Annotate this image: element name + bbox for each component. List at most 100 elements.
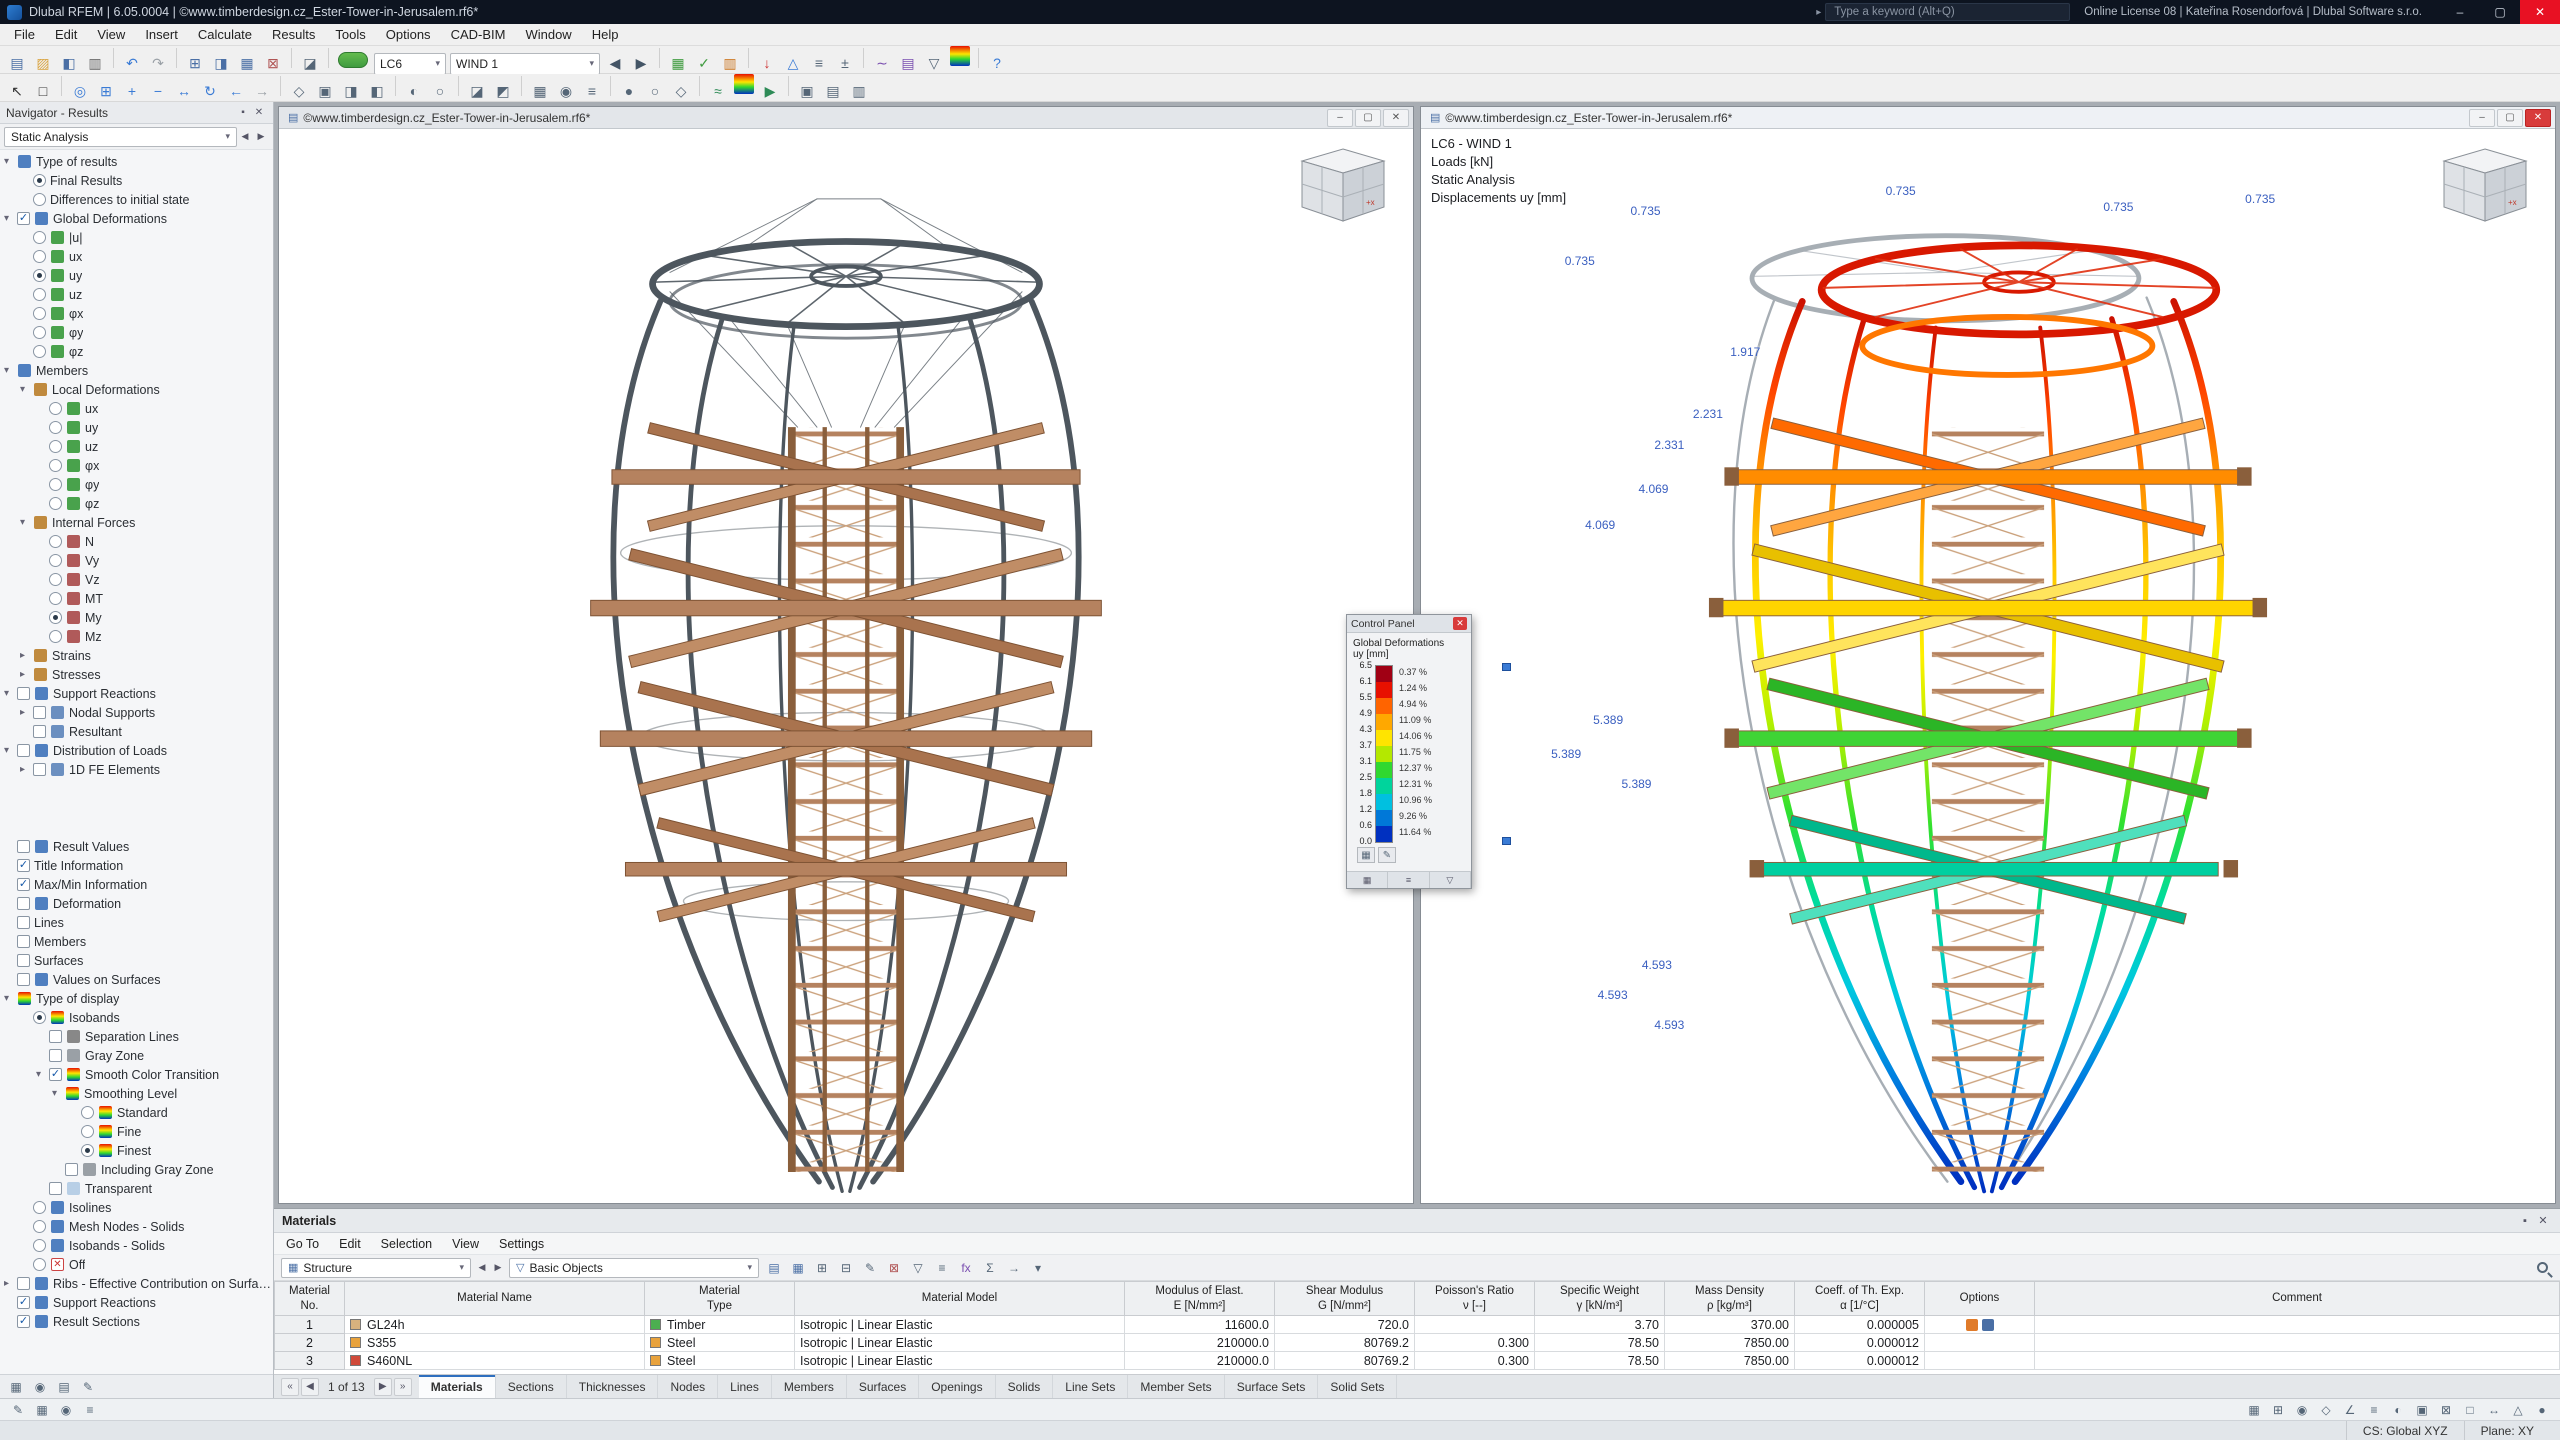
table-tab-member-sets[interactable]: Member Sets xyxy=(1128,1375,1224,1398)
cell-shear-modulus[interactable]: 80769.2 xyxy=(1275,1334,1415,1352)
close-icon[interactable]: ✕ xyxy=(2534,1214,2552,1227)
cell-mass-density[interactable]: 7850.00 xyxy=(1665,1352,1795,1370)
animate-results-icon[interactable]: ▶ xyxy=(758,79,782,103)
table-tab-surfaces[interactable]: Surfaces xyxy=(847,1375,919,1398)
table-row[interactable]: 1GL24hTimberIsotropic | Linear Elastic11… xyxy=(275,1316,2560,1334)
table-tab-nodes[interactable]: Nodes xyxy=(658,1375,718,1398)
pin-icon[interactable]: ▪ xyxy=(2516,1215,2534,1227)
object-filter-combo[interactable]: ▽ Basic Objects ▾ xyxy=(509,1258,759,1278)
cell-options[interactable] xyxy=(1925,1352,2035,1370)
radio-icon[interactable] xyxy=(33,193,46,206)
radio-selected-icon[interactable] xyxy=(33,1011,46,1024)
radio-icon[interactable] xyxy=(49,573,62,586)
cell-material-model[interactable]: Isotropic | Linear Elastic xyxy=(795,1334,1125,1352)
work-plane-icon[interactable]: ▣ xyxy=(2411,1400,2433,1420)
table-list-icon[interactable]: ≡ xyxy=(931,1257,953,1279)
cell-poisson[interactable]: 0.300 xyxy=(1415,1352,1535,1370)
tree-item[interactable]: Fine xyxy=(0,1122,273,1141)
radio-icon[interactable] xyxy=(33,326,46,339)
table-tab-thicknesses[interactable]: Thicknesses xyxy=(567,1375,659,1398)
tree-item[interactable]: ▸Ribs - Effective Contribution on Surfac… xyxy=(0,1274,273,1293)
tree-item[interactable]: Isobands xyxy=(0,1008,273,1027)
tree-item[interactable]: ▾Internal Forces xyxy=(0,513,273,532)
expander-icon[interactable]: ▾ xyxy=(4,688,17,699)
checkbox-checked-icon[interactable]: ✓ xyxy=(17,1315,30,1328)
tree-item[interactable]: φy xyxy=(0,323,273,342)
restore-icon[interactable]: ▢ xyxy=(1355,109,1381,127)
table-row[interactable]: 2S355SteelIsotropic | Linear Elastic2100… xyxy=(275,1334,2560,1352)
tree-item[interactable]: Transparent xyxy=(0,1179,273,1198)
clear-table-icon[interactable]: ⊠ xyxy=(883,1257,905,1279)
table-mode-icon[interactable]: ▦ xyxy=(31,1400,53,1420)
menu-cad-bim[interactable]: CAD-BIM xyxy=(441,24,516,45)
radio-icon[interactable] xyxy=(33,1220,46,1233)
color-scale[interactable]: 6.56.15.54.94.33.73.12.51.81.20.60.00.37… xyxy=(1375,665,1467,843)
cell-poisson[interactable]: 0.300 xyxy=(1415,1334,1535,1352)
tree-item[interactable]: ✓Max/Min Information xyxy=(0,875,273,894)
expander-icon[interactable]: ▾ xyxy=(4,365,17,376)
close-icon[interactable]: ✕ xyxy=(1383,109,1409,127)
cell-modulus[interactable]: 11600.0 xyxy=(1125,1316,1275,1334)
menu-view[interactable]: View xyxy=(87,24,135,45)
delete-row-icon[interactable]: ⊟ xyxy=(835,1257,857,1279)
radio-icon[interactable] xyxy=(33,1258,46,1271)
expander-icon[interactable]: ▸ xyxy=(20,650,33,661)
checkbox-icon[interactable] xyxy=(33,763,46,776)
clipping-box-icon[interactable]: ◪ xyxy=(465,79,489,103)
option-icon[interactable] xyxy=(1982,1319,1994,1331)
expander-icon[interactable]: ▾ xyxy=(20,384,33,395)
tree-item[interactable]: ✓Title Information xyxy=(0,856,273,875)
select-window-icon[interactable]: □ xyxy=(31,79,55,103)
previous-page-icon[interactable]: ◀ xyxy=(301,1378,319,1396)
shading-mode-icon[interactable]: ◐ xyxy=(402,79,426,103)
radio-icon[interactable] xyxy=(49,402,62,415)
search-icon[interactable] xyxy=(2537,1262,2548,1273)
column-header[interactable]: Material Model xyxy=(795,1282,1125,1316)
cell-modulus[interactable]: 210000.0 xyxy=(1125,1334,1275,1352)
expander-icon[interactable]: ▾ xyxy=(52,1088,65,1099)
visibility-on-icon[interactable]: ● xyxy=(617,79,641,103)
column-header[interactable]: Options xyxy=(1925,1282,2035,1316)
snap-toggle-icon[interactable]: ◉ xyxy=(554,79,578,103)
tree-item[interactable]: Including Gray Zone xyxy=(0,1160,273,1179)
result-colors-icon[interactable] xyxy=(734,74,754,94)
clipping-icon[interactable]: ⊠ xyxy=(2435,1400,2457,1420)
top-view-icon[interactable]: ▣ xyxy=(313,79,337,103)
last-page-icon[interactable]: » xyxy=(394,1378,412,1396)
cell-poisson[interactable] xyxy=(1415,1316,1535,1334)
cell-material-type[interactable]: Timber xyxy=(645,1316,795,1334)
guide-lines-icon[interactable]: ◇ xyxy=(2315,1400,2337,1420)
expander-icon[interactable]: ▸ xyxy=(4,1278,17,1289)
section-plane-icon[interactable]: ◩ xyxy=(491,79,515,103)
control-panel-title-bar[interactable]: Control Panel ✕ xyxy=(1347,615,1471,633)
tree-item[interactable]: MT xyxy=(0,589,273,608)
viewport-title-bar[interactable]: ▤ ©www.timberdesign.cz_Ester-Tower-in-Je… xyxy=(279,107,1413,129)
cell-material-name[interactable]: S355 xyxy=(345,1334,645,1352)
tree-item[interactable]: My xyxy=(0,608,273,627)
navigation-cube-icon[interactable]: +x xyxy=(2438,145,2533,230)
previous-view-icon[interactable]: ← xyxy=(224,79,248,103)
radio-icon[interactable] xyxy=(49,554,62,567)
tab-color-scale[interactable]: ▦ xyxy=(1347,872,1388,888)
help-icon[interactable]: ? xyxy=(985,51,1009,75)
cell-comment[interactable] xyxy=(2035,1352,2560,1370)
sum-icon[interactable]: Σ xyxy=(979,1257,1001,1279)
menu-tools[interactable]: Tools xyxy=(325,24,375,45)
tab-filter[interactable]: ▽ xyxy=(1430,872,1471,888)
navigator-edit-tab-icon[interactable]: ✎ xyxy=(77,1377,99,1397)
tree-item[interactable]: Members xyxy=(0,932,273,951)
table-tab-members[interactable]: Members xyxy=(772,1375,847,1398)
column-header[interactable]: Poisson's Ratioν [--] xyxy=(1415,1282,1535,1316)
tree-item[interactable]: Standard xyxy=(0,1103,273,1122)
filter-table-icon[interactable]: ▽ xyxy=(907,1257,929,1279)
navigator-views-tab-icon[interactable]: ▤ xyxy=(53,1377,75,1397)
checkbox-icon[interactable] xyxy=(17,687,30,700)
tree-item[interactable]: N xyxy=(0,532,273,551)
radio-icon[interactable] xyxy=(33,307,46,320)
tree-item[interactable]: Vz xyxy=(0,570,273,589)
table-tab-solid-sets[interactable]: Solid Sets xyxy=(1318,1375,1397,1398)
cell-comment[interactable] xyxy=(2035,1334,2560,1352)
cell-material-name[interactable]: GL24h xyxy=(345,1316,645,1334)
grid-icon[interactable]: ▦ xyxy=(2243,1400,2265,1420)
expander-icon[interactable]: ▸ xyxy=(20,669,33,680)
